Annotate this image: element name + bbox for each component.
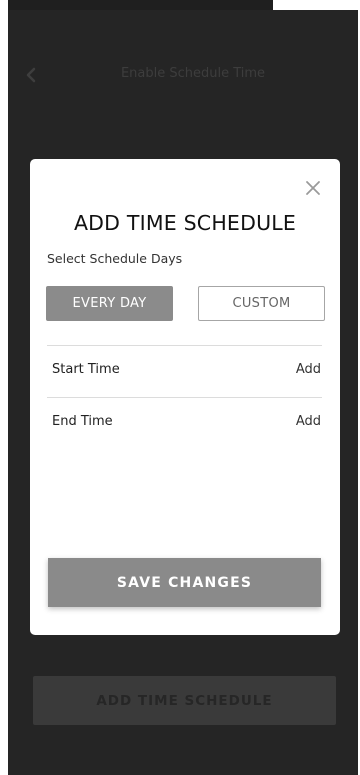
modal-title: ADD TIME SCHEDULE (73, 211, 297, 235)
divider (47, 345, 322, 346)
end-time-add-link[interactable]: Add (296, 414, 321, 429)
page-title: Enable Schedule Time (120, 66, 266, 81)
nav-bar: Enable Schedule Time (8, 60, 358, 90)
start-time-label: Start Time (52, 362, 120, 377)
schedule-days-label: Select Schedule Days (47, 251, 183, 266)
close-icon[interactable] (304, 179, 322, 197)
end-time-label: End Time (52, 414, 113, 429)
custom-button[interactable]: CUSTOM (198, 286, 325, 321)
status-bar-strip (8, 0, 273, 10)
save-changes-button[interactable]: SAVE CHANGES (48, 558, 321, 607)
start-time-add-link[interactable]: Add (296, 362, 321, 377)
add-time-schedule-button[interactable]: ADD TIME SCHEDULE (33, 676, 336, 725)
divider (47, 397, 322, 398)
add-time-schedule-modal: ADD TIME SCHEDULE Select Schedule Days E… (30, 159, 340, 635)
every-day-button[interactable]: EVERY DAY (46, 286, 173, 321)
